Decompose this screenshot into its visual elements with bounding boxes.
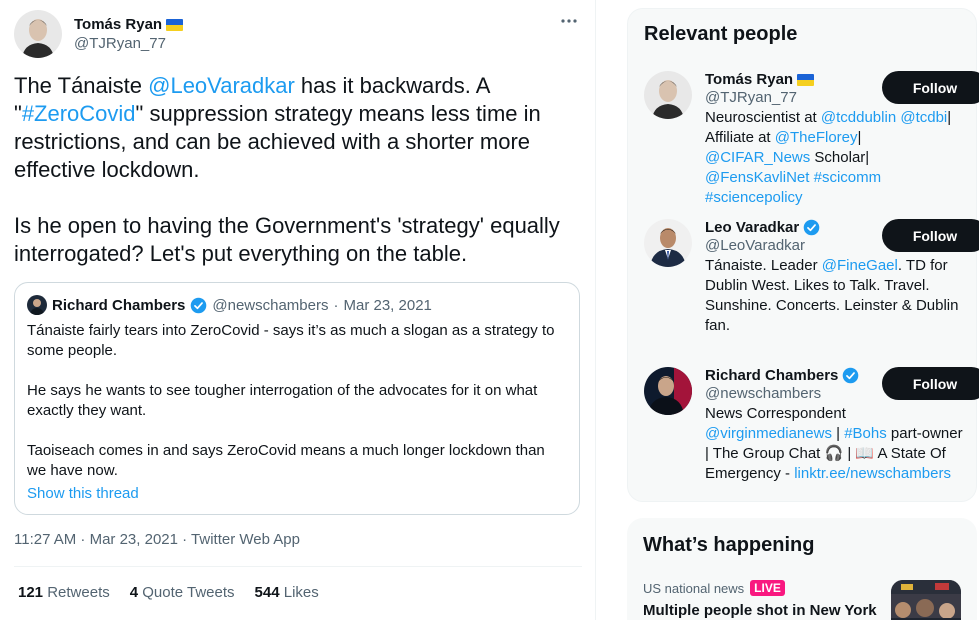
more-options-icon[interactable] [560, 12, 578, 35]
retweets-stat[interactable]: 121 Retweets [18, 584, 110, 601]
person-name[interactable]: Leo Varadkar [705, 219, 799, 236]
follow-button[interactable]: Follow [882, 71, 979, 104]
trend-thumbnail[interactable] [891, 580, 961, 620]
bio-mention-link[interactable]: @tcddublin [821, 109, 896, 126]
bio-hashtag-link[interactable]: #sciencepolicy [705, 189, 803, 206]
quote-paragraph-2: He says he wants to see tougher interrog… [27, 382, 538, 419]
follow-button[interactable]: Follow [882, 367, 979, 400]
tweet-detail: Tomás Ryan @TJRyan_77 The Tánaiste @LeoV… [0, 0, 596, 620]
hashtag-link[interactable]: #ZeroCovid [22, 101, 136, 126]
bio-hashtag-link[interactable]: #scicomm [814, 169, 882, 186]
trend-title[interactable]: Multiple people shot in New York [643, 602, 877, 619]
person-avatar[interactable] [644, 219, 692, 267]
person-card[interactable]: Tomás Ryan @TJRyan_77 Neuroscientist at … [644, 71, 979, 206]
follow-button[interactable]: Follow [882, 219, 979, 252]
ukraine-flag-icon [797, 73, 815, 86]
person-bio: Tánaiste. Leader @FineGael. TD for Dubli… [705, 257, 959, 334]
author-name[interactable]: Tomás Ryan [74, 16, 162, 33]
person-bio: News Correspondent @virginmedianews | #B… [705, 405, 963, 482]
bio-mention-link[interactable]: @FineGael [822, 257, 898, 274]
quote-header: Richard Chambers @newschambers · Mar 23,… [27, 295, 567, 315]
likes-stat[interactable]: 544 Likes [255, 584, 319, 601]
verified-badge-icon [191, 297, 207, 313]
tweet-timestamp[interactable]: 11:27 AM · Mar 23, 2021 · Twitter Web Ap… [14, 531, 300, 548]
bio-external-link[interactable]: linktr.ee/newschambers [794, 465, 951, 482]
mention-link[interactable]: @LeoVaradkar [148, 73, 295, 98]
quote-author-name: Richard Chambers [52, 296, 186, 314]
relevant-people-panel: Relevant people Tomás Ryan @TJRyan_77 Ne… [627, 8, 979, 502]
ukraine-flag-icon [166, 18, 184, 31]
verified-badge-icon [803, 219, 820, 236]
tweet-author[interactable]: Tomás Ryan @TJRyan_77 [14, 10, 184, 58]
quote-avatar [27, 295, 47, 315]
person-avatar[interactable] [644, 367, 692, 415]
show-thread-link[interactable]: Show this thread [27, 485, 567, 502]
tweet-stats: 121 Retweets 4 Quote Tweets 544 Likes [18, 584, 319, 601]
bio-hashtag-link[interactable]: #Bohs [844, 425, 887, 442]
bio-mention-link[interactable]: @virginmedianews [705, 425, 832, 442]
quote-paragraph-1: Tánaiste fairly tears into ZeroCovid - s… [27, 322, 555, 359]
quoted-tweet[interactable]: Richard Chambers @newschambers · Mar 23,… [14, 282, 580, 515]
bio-mention-link[interactable]: @CIFAR_News [705, 149, 810, 166]
quote-paragraph-3: Taoiseach comes in and says ZeroCovid me… [27, 442, 545, 479]
relevant-people-title: Relevant people [644, 23, 798, 45]
quote-tweets-stat[interactable]: 4 Quote Tweets [130, 584, 235, 601]
quote-body: Tánaiste fairly tears into ZeroCovid - s… [27, 321, 567, 481]
bio-mention-link[interactable]: @FensKavliNet [705, 169, 809, 186]
person-name[interactable]: Richard Chambers [705, 367, 838, 384]
live-badge: LIVE [750, 580, 785, 596]
tweet-paragraph-2: Is he open to having the Government's 's… [14, 213, 560, 266]
divider [14, 566, 582, 567]
person-name[interactable]: Tomás Ryan [705, 71, 793, 88]
bio-mention-link[interactable]: @tcdbi [900, 109, 947, 126]
whats-happening-title: What’s happening [643, 534, 815, 556]
tweet-paragraph-1: The Tánaiste @LeoVaradkar has it backwar… [14, 73, 541, 182]
person-card[interactable]: Richard Chambers @newschambers News Corr… [644, 367, 979, 497]
quote-author-handle: @newschambers [212, 296, 329, 314]
quote-date: Mar 23, 2021 [343, 296, 432, 314]
person-card[interactable]: Leo Varadkar @LeoVaradkar Tánaiste. Lead… [644, 219, 979, 349]
tweet-text: The Tánaiste @LeoVaradkar has it backwar… [14, 72, 584, 268]
whats-happening-panel: What’s happening US national news LIVE M… [627, 518, 977, 620]
author-avatar[interactable] [14, 10, 62, 58]
trend-category: US national news LIVE [643, 580, 785, 596]
verified-badge-icon [843, 367, 859, 384]
author-handle[interactable]: @TJRyan_77 [74, 35, 183, 52]
quote-separator: · [333, 296, 339, 314]
person-avatar[interactable] [644, 71, 692, 119]
bio-mention-link[interactable]: @TheFlorey [775, 129, 858, 146]
person-bio: Neuroscientist at @tcddublin @tcdbi| Aff… [705, 109, 952, 206]
